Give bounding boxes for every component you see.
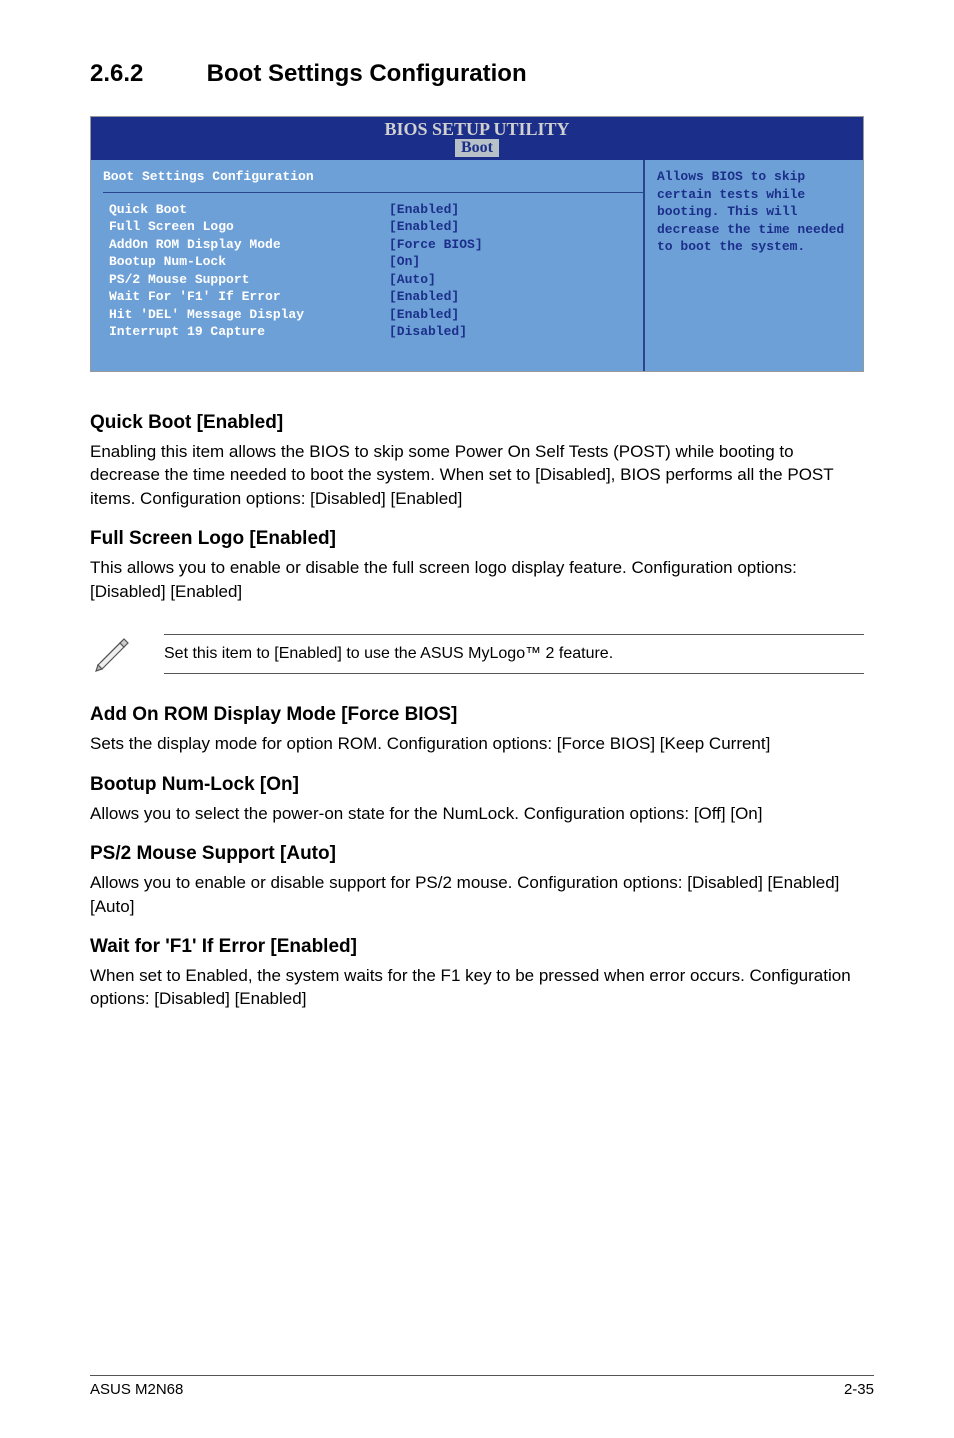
bios-row-label: Wait For 'F1' If Error xyxy=(109,288,389,306)
bios-row: Quick Boot[Enabled] xyxy=(109,201,643,219)
item-heading-wait-f1: Wait for 'F1' If Error [Enabled] xyxy=(90,936,864,958)
bios-row: Bootup Num-Lock[On] xyxy=(109,253,643,271)
bios-row-value: [Enabled] xyxy=(389,288,459,306)
bios-row-label: Hit 'DEL' Message Display xyxy=(109,306,389,324)
bios-tab-row: Boot xyxy=(91,138,863,158)
bios-help-text: Allows BIOS to skip certain tests while … xyxy=(657,169,844,254)
divider xyxy=(164,673,864,674)
bios-header: BIOS SETUP UTILITY Boot xyxy=(91,117,863,160)
bios-title: BIOS SETUP UTILITY xyxy=(91,119,863,140)
bios-row: AddOn ROM Display Mode[Force BIOS] xyxy=(109,236,643,254)
item-text-quick-boot: Enabling this item allows the BIOS to sk… xyxy=(90,440,864,510)
bios-row: Wait For 'F1' If Error[Enabled] xyxy=(109,288,643,306)
item-text-ps2: Allows you to enable or disable support … xyxy=(90,871,864,918)
bios-row-value: [On] xyxy=(389,253,420,271)
bios-row-value: [Enabled] xyxy=(389,218,459,236)
bios-row: PS/2 Mouse Support[Auto] xyxy=(109,271,643,289)
footer-left: ASUS M2N68 xyxy=(90,1381,183,1398)
note-text: Set this item to [Enabled] to use the AS… xyxy=(164,635,864,673)
page-footer: ASUS M2N68 2-35 xyxy=(90,1375,874,1398)
item-text-addon-rom: Sets the display mode for option ROM. Co… xyxy=(90,732,864,755)
bios-row: Hit 'DEL' Message Display[Enabled] xyxy=(109,306,643,324)
item-heading-full-screen-logo: Full Screen Logo [Enabled] xyxy=(90,528,864,550)
item-text-wait-f1: When set to Enabled, the system waits fo… xyxy=(90,964,864,1011)
bios-row-label: Quick Boot xyxy=(109,201,389,219)
bios-row-label: PS/2 Mouse Support xyxy=(109,271,389,289)
bios-body: Boot Settings Configuration Quick Boot[E… xyxy=(91,160,863,371)
bios-help-panel: Allows BIOS to skip certain tests while … xyxy=(643,160,863,371)
bios-row-value: [Force BIOS] xyxy=(389,236,483,254)
note-block: Set this item to [Enabled] to use the AS… xyxy=(90,629,864,678)
bios-panel-heading: Boot Settings Configuration xyxy=(103,166,643,193)
bios-row: Interrupt 19 Capture[Disabled] xyxy=(109,323,643,341)
bios-row-value: [Enabled] xyxy=(389,201,459,219)
footer-right: 2-35 xyxy=(844,1381,874,1398)
section-heading: 2.6.2 Boot Settings Configuration xyxy=(90,60,864,88)
item-heading-ps2: PS/2 Mouse Support [Auto] xyxy=(90,843,864,865)
item-heading-quick-boot: Quick Boot [Enabled] xyxy=(90,412,864,434)
section-number: 2.6.2 xyxy=(90,60,200,88)
bios-row-value: [Disabled] xyxy=(389,323,467,341)
pencil-icon xyxy=(90,629,134,678)
bios-row-label: Bootup Num-Lock xyxy=(109,253,389,271)
note-content: Set this item to [Enabled] to use the AS… xyxy=(164,634,864,674)
bios-screenshot: BIOS SETUP UTILITY Boot Boot Settings Co… xyxy=(90,116,864,372)
section-title: Boot Settings Configuration xyxy=(207,60,527,87)
bios-active-tab: Boot xyxy=(454,138,500,158)
bios-row-label: AddOn ROM Display Mode xyxy=(109,236,389,254)
bios-row-value: [Enabled] xyxy=(389,306,459,324)
item-text-full-screen-logo: This allows you to enable or disable the… xyxy=(90,556,864,603)
bios-row-label: Interrupt 19 Capture xyxy=(109,323,389,341)
item-heading-addon-rom: Add On ROM Display Mode [Force BIOS] xyxy=(90,704,864,726)
bios-row-label: Full Screen Logo xyxy=(109,218,389,236)
bios-left-panel: Boot Settings Configuration Quick Boot[E… xyxy=(91,160,643,371)
bios-row: Full Screen Logo[Enabled] xyxy=(109,218,643,236)
item-heading-numlock: Bootup Num-Lock [On] xyxy=(90,774,864,796)
bios-row-value: [Auto] xyxy=(389,271,436,289)
item-text-numlock: Allows you to select the power-on state … xyxy=(90,802,864,825)
